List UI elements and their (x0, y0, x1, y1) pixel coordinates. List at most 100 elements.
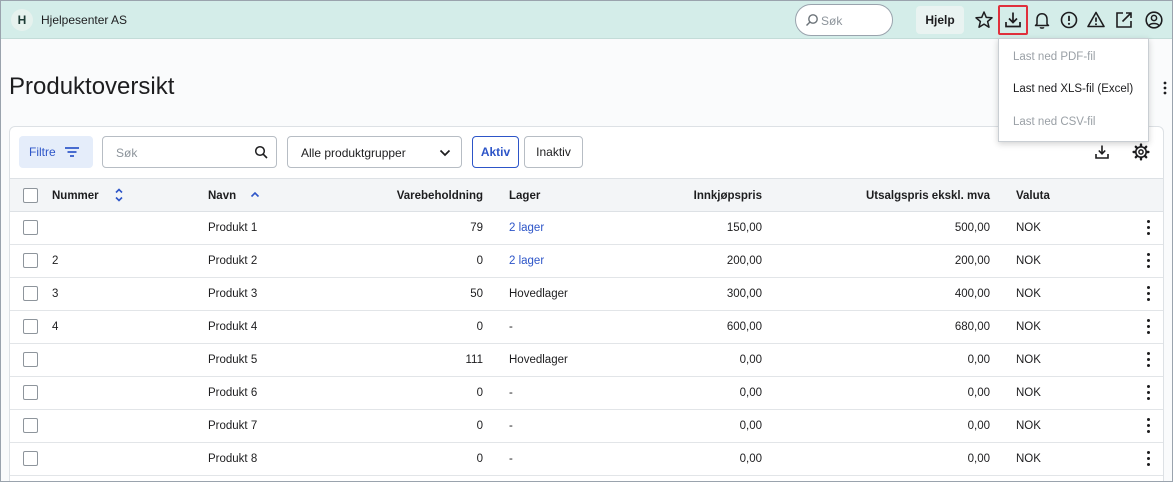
menu-item-download-csv[interactable]: Last ned CSV-fil (1013, 116, 1095, 128)
gear-icon[interactable] (1132, 143, 1150, 161)
global-search-input[interactable]: Søk (795, 4, 893, 36)
table-row[interactable]: 3 Produkt 3 50 Hovedlager 300,00 400,00 NOK (10, 278, 1163, 311)
cell-purchase-price: 0,00 (739, 387, 762, 399)
cell-purchase-price: 150,00 (726, 222, 762, 234)
table-row[interactable]: Produkt 6 0 - 0,00 0,00 NOK (10, 377, 1163, 410)
top-bar: H Hjelpesenter AS Søk Hjelp (1, 1, 1172, 39)
table-download-icon[interactable] (1094, 144, 1110, 160)
download-icon[interactable] (1002, 9, 1024, 31)
row-checkbox[interactable] (23, 451, 38, 466)
cell-warehouse: Hovedlager (509, 288, 568, 300)
cell-sales-price: 680,00 (954, 321, 990, 333)
cell-currency: NOK (1016, 288, 1041, 300)
warning-icon[interactable] (1085, 9, 1107, 31)
table-row[interactable]: Produkt 5 111 Hovedlager 0,00 0,00 NOK (10, 344, 1163, 377)
product-search-input[interactable]: Søk (102, 136, 277, 168)
chevron-down-icon (439, 149, 451, 157)
table-header: Nummer Navn Varebeholdning Lager Innkjøp… (10, 178, 1163, 212)
row-checkbox[interactable] (23, 319, 38, 334)
product-group-select[interactable]: Alle produktgrupper (287, 136, 462, 168)
table-row[interactable]: Produkt 1 79 2 lager 150,00 500,00 NOK (10, 212, 1163, 245)
tab-active[interactable]: Aktiv (472, 136, 519, 168)
row-more-icon[interactable] (1143, 451, 1153, 467)
tab-inactive[interactable]: Inaktiv (524, 136, 583, 168)
cell-sales-price: 0,00 (967, 387, 990, 399)
search-icon (254, 145, 268, 159)
alert-circle-icon[interactable] (1058, 9, 1080, 31)
row-more-icon[interactable] (1143, 352, 1153, 368)
open-external-icon[interactable] (1113, 9, 1135, 31)
help-button[interactable]: Hjelp (916, 6, 964, 34)
row-more-icon[interactable] (1143, 253, 1153, 269)
column-header-number[interactable]: Nummer (52, 190, 99, 202)
cell-name: Produkt 5 (208, 354, 258, 366)
menu-item-download-pdf[interactable]: Last ned PDF-fil (1013, 51, 1095, 63)
cell-stock: 0 (476, 387, 483, 399)
column-header-stock[interactable]: Varebeholdning (363, 190, 483, 202)
row-checkbox[interactable] (23, 418, 38, 433)
cell-stock: 0 (476, 453, 483, 465)
cell-sales-price: 0,00 (967, 453, 990, 465)
bell-icon[interactable] (1031, 9, 1053, 31)
user-circle-icon[interactable] (1143, 9, 1165, 31)
table-row[interactable]: 4 Produkt 4 0 - 600,00 680,00 NOK (10, 311, 1163, 344)
row-more-icon[interactable] (1143, 220, 1153, 236)
row-checkbox[interactable] (23, 286, 38, 301)
cell-purchase-price: 300,00 (726, 288, 762, 300)
cell-stock: 50 (470, 288, 483, 300)
menu-item-download-xls[interactable]: Last ned XLS-fil (Excel) (1013, 83, 1133, 95)
cell-purchase-price: 0,00 (739, 420, 762, 432)
column-header-currency[interactable]: Valuta (1016, 190, 1050, 202)
filter-button[interactable]: Filtre (19, 136, 93, 168)
row-more-icon[interactable] (1143, 286, 1153, 302)
cell-sales-price: 0,00 (967, 354, 990, 366)
cell-stock: 111 (465, 354, 483, 366)
cell-currency: NOK (1016, 222, 1041, 234)
row-more-icon[interactable] (1143, 319, 1153, 335)
table-row[interactable]: 2 Produkt 2 0 2 lager 200,00 200,00 NOK (10, 245, 1163, 278)
cell-stock: 0 (476, 321, 483, 333)
app-frame: H Hjelpesenter AS Søk Hjelp Last ned PDF… (0, 0, 1173, 482)
filter-lines-icon (65, 147, 79, 157)
cell-sales-price: 400,00 (954, 288, 990, 300)
row-checkbox[interactable] (23, 352, 38, 367)
cell-currency: NOK (1016, 387, 1041, 399)
row-checkbox[interactable] (23, 385, 38, 400)
row-checkbox[interactable] (23, 253, 38, 268)
cell-name: Produkt 6 (208, 387, 258, 399)
row-more-icon[interactable] (1143, 418, 1153, 434)
cell-warehouse[interactable]: 2 lager (509, 222, 544, 234)
cell-warehouse: - (509, 321, 513, 333)
cell-number: 4 (52, 321, 59, 333)
company-avatar[interactable]: H (11, 9, 33, 31)
cell-warehouse: Hovedlager (509, 354, 568, 366)
column-header-purchase-price[interactable]: Innkjøpspris (642, 190, 762, 202)
star-icon[interactable] (973, 9, 995, 31)
cell-name: Produkt 4 (208, 321, 258, 333)
table-row[interactable]: Produkt 8 0 - 0,00 0,00 NOK (10, 443, 1163, 476)
sort-both-icon[interactable] (114, 186, 124, 204)
row-checkbox[interactable] (23, 220, 38, 235)
product-search-placeholder: Søk (116, 146, 138, 160)
column-header-warehouse[interactable]: Lager (509, 190, 540, 202)
cell-name: Produkt 7 (208, 420, 258, 432)
cell-name: Produkt 3 (208, 288, 258, 300)
cell-warehouse: - (509, 453, 513, 465)
cell-warehouse: - (509, 420, 513, 432)
cell-purchase-price: 0,00 (739, 453, 762, 465)
cell-warehouse: - (509, 387, 513, 399)
cell-purchase-price: 200,00 (726, 255, 762, 267)
cell-name: Produkt 8 (208, 453, 258, 465)
select-all-checkbox[interactable] (23, 188, 38, 203)
column-header-name[interactable]: Navn (208, 190, 236, 202)
company-name[interactable]: Hjelpesenter AS (41, 13, 127, 27)
row-more-icon[interactable] (1143, 385, 1153, 401)
table-row[interactable]: Produkt 7 0 - 0,00 0,00 NOK (10, 410, 1163, 443)
cell-currency: NOK (1016, 453, 1041, 465)
cell-sales-price: 200,00 (954, 255, 990, 267)
page-more-icon[interactable] (1162, 79, 1168, 97)
cell-warehouse[interactable]: 2 lager (509, 255, 544, 267)
cell-stock: 0 (476, 420, 483, 432)
column-header-sales-price[interactable]: Utsalgspris ekskl. mva (790, 190, 990, 202)
sort-asc-icon[interactable] (250, 190, 260, 200)
